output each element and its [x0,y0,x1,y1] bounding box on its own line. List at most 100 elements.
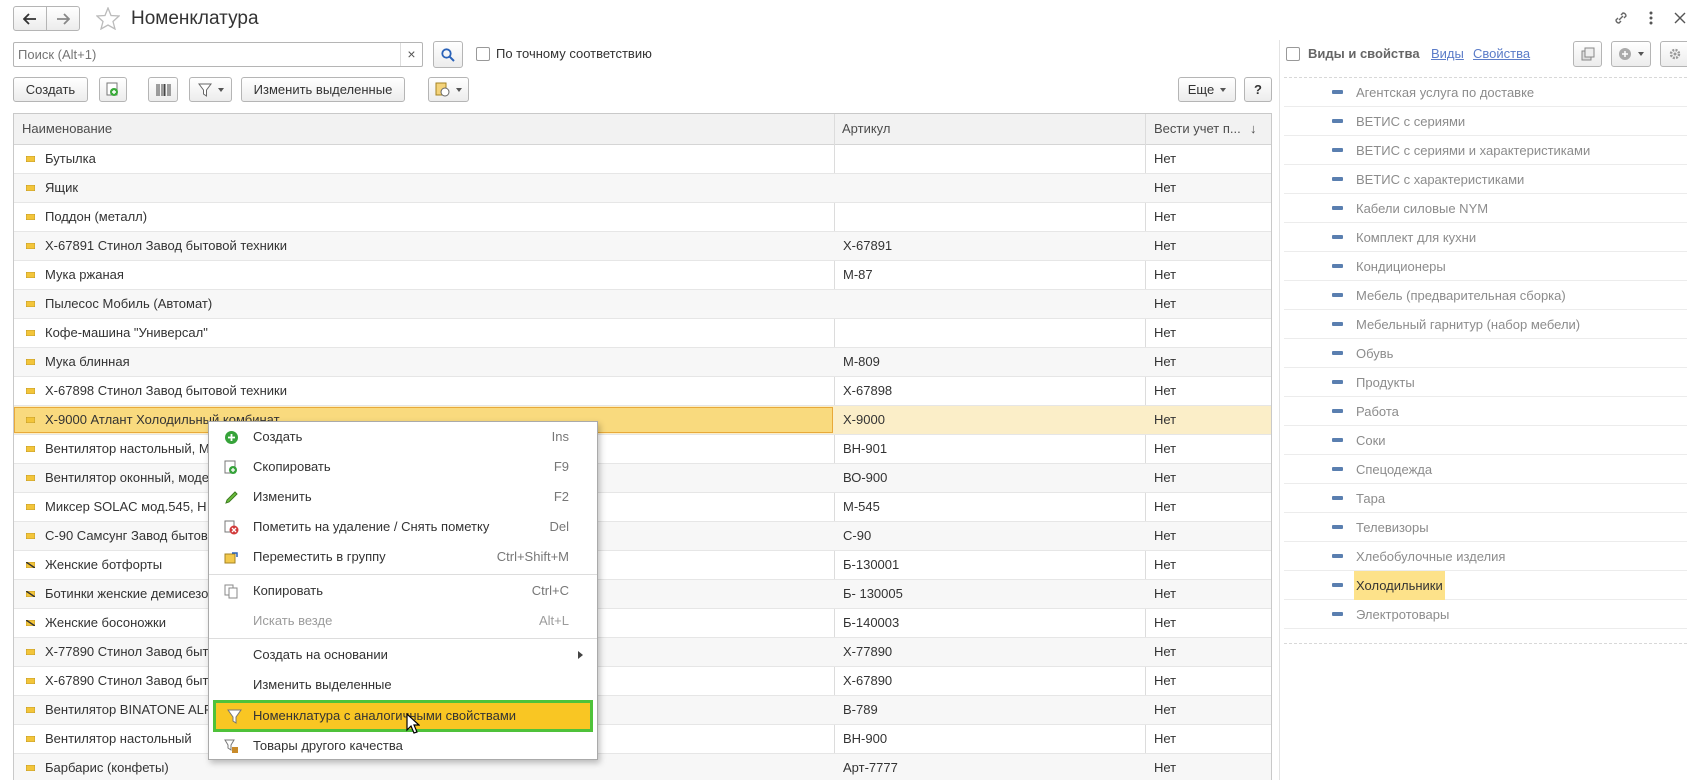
menu-item-change-selected[interactable]: Изменить выделенные [209,670,597,700]
table-row[interactable]: Мука блинная М-809 Нет [14,348,1271,377]
panel-divider [1279,40,1280,780]
cell-name: Бутылка [45,151,96,166]
table-row[interactable]: Ящик Нет [14,174,1271,203]
table-row[interactable]: С-90 Самсунг Завод бытов С-90 Нет [14,522,1271,551]
cell-article: Х-67891 [843,238,893,253]
table-header: Наименование Артикул Вести учет п... ↓ [14,114,1271,145]
kind-list-item[interactable]: Соки [1284,426,1687,455]
kind-list-item[interactable]: Обувь [1284,339,1687,368]
table-row[interactable]: Пылесос Мобиль (Автомат) Нет [14,290,1271,319]
change-selected-button[interactable]: Изменить выделенные [241,77,405,102]
column-article[interactable]: Артикул [834,114,1134,144]
item-goods-icon [26,765,35,771]
kind-list-item[interactable]: Спецодежда [1284,455,1687,484]
table-row[interactable]: Бутылка Нет [14,145,1271,174]
kind-list-item[interactable]: Комплект для кухни [1284,223,1687,252]
link-icon[interactable] [1613,10,1629,26]
kind-item-icon [1332,554,1343,558]
kind-list-item[interactable]: Телевизоры [1284,513,1687,542]
kind-list-item[interactable]: ВЕТИС с сериями и характеристиками [1284,136,1687,165]
table-row[interactable]: Вентилятор настольный, М ВН-901 Нет [14,435,1271,464]
help-button[interactable]: ? [1244,77,1272,102]
back-button[interactable] [13,6,47,31]
table-row[interactable]: Х-77890 Стинол Завод быто Х-77890 Нет [14,638,1271,667]
barcode-button[interactable] [148,77,178,102]
search-input[interactable] [18,45,393,64]
cell-article [843,174,1133,202]
table-row[interactable]: Поддон (металл) Нет [14,203,1271,232]
kind-list-item[interactable]: Электротовары [1284,600,1687,629]
item-service-icon [26,562,35,568]
search-field[interactable]: × [13,42,423,67]
menu-item-label: Изменить [253,489,312,504]
menu-item-copy-item[interactable]: Скопировать F9 [209,452,597,482]
kind-list-item[interactable]: Кондиционеры [1284,252,1687,281]
table-row[interactable]: Барбарис (конфеты) Арт-7777 Нет [14,754,1271,780]
menu-item-edit[interactable]: Изменить F2 [209,482,597,512]
table-row[interactable]: Х-9000 Атлант Холодильный комбинат Х-9000… [14,406,1271,435]
kind-list-item[interactable]: Продукты [1284,368,1687,397]
table-row[interactable]: Вентилятор BINATONE ALF В-789 Нет [14,696,1271,725]
kind-list-item[interactable]: Холодильники [1284,571,1687,600]
copy-button[interactable] [99,77,127,102]
panel-copy-button[interactable] [1573,41,1602,67]
panel-settings-button[interactable] [1660,41,1687,67]
panel-add-button[interactable] [1611,41,1651,67]
table-row[interactable]: Женские босоножки Б-140003 Нет [14,609,1271,638]
table-row[interactable]: Мука ржаная М-87 Нет [14,261,1271,290]
table-row[interactable]: Женские ботфорты Б-130001 Нет [14,551,1271,580]
column-name[interactable]: Наименование [14,114,834,144]
goods-quality-icon [224,739,238,753]
forward-button[interactable] [46,6,80,31]
report-button[interactable] [428,77,469,102]
kind-item-label: Обувь [1356,346,1394,361]
kind-item-icon [1332,380,1343,384]
nomenclature-table[interactable]: Наименование Артикул Вести учет п... ↓ Б… [13,113,1272,780]
star-favorite-icon[interactable] [96,7,120,30]
menu-item-mark-delete[interactable]: Пометить на удаление / Снять пометку Del [209,512,597,542]
kind-list-item[interactable]: Мебельный гарнитур (набор мебели) [1284,310,1687,339]
kinds-checkbox[interactable] [1286,47,1300,61]
filter-button[interactable] [189,77,232,102]
kinds-link[interactable]: Виды [1431,46,1464,61]
menu-item-clipboard-copy[interactable]: Копировать Ctrl+C [209,576,597,606]
table-row[interactable]: Х-67898 Стинол Завод бытовой техники Х-67… [14,377,1271,406]
cell-accounting: Нет [1154,296,1177,311]
more-vertical-icon[interactable] [1648,10,1654,26]
search-button[interactable] [433,41,463,68]
more-button[interactable]: Еще [1178,77,1236,102]
kind-list-item[interactable]: Агентская услуга по доставке [1284,78,1687,107]
table-row[interactable]: Вентилятор оконный, моде ВО-900 Нет [14,464,1271,493]
menu-item-create[interactable]: Создать Ins [209,422,597,452]
table-row[interactable]: Кофе-машина "Универсал" Нет [14,319,1271,348]
menu-item-label: Скопировать [253,459,331,474]
kind-list-item[interactable]: ВЕТИС с сериями [1284,107,1687,136]
properties-link[interactable]: Свойства [1473,46,1530,61]
menu-item-shortcut: F2 [553,489,569,504]
cell-article: Х-77890 [843,644,893,659]
close-icon[interactable] [1674,12,1686,24]
exact-match-checkbox[interactable] [476,47,490,61]
kind-list-item[interactable]: Мебель (предварительная сборка) [1284,281,1687,310]
cell-accounting: Нет [1154,673,1177,688]
create-button[interactable]: Создать [13,77,88,102]
table-row[interactable]: Вентилятор настольный ВН-900 Нет [14,725,1271,754]
column-accounting[interactable]: Вести учет п... [1146,114,1256,144]
add-circle-icon [1619,48,1631,60]
kind-list-item[interactable]: ВЕТИС с характеристиками [1284,165,1687,194]
kind-list-item[interactable]: Кабели силовые NYM [1284,194,1687,223]
menu-item-create-based-on[interactable]: Создать на основании [209,640,597,670]
table-row[interactable]: Ботинки женские демисезо Б- 130005 Нет [14,580,1271,609]
table-row[interactable]: Х-67891 Стинол Завод бытовой техники Х-67… [14,232,1271,261]
kind-list-item[interactable]: Хлебобулочные изделия [1284,542,1687,571]
table-row[interactable]: Х-67890 Стинол Завод быто Х-67890 Нет [14,667,1271,696]
menu-item-other-quality[interactable]: Товары другого качества [209,731,597,761]
menu-item-similar-properties[interactable]: Номенклатура с аналогичными свойствами [213,700,593,732]
kind-item-label: ВЕТИС с сериями [1356,114,1466,129]
kind-list-item[interactable]: Тара [1284,484,1687,513]
kind-list-item[interactable]: Работа [1284,397,1687,426]
table-row[interactable]: Миксер SOLAC мод.545, Н М-545 Нет [14,493,1271,522]
menu-item-shortcut: Del [549,519,569,534]
search-clear-button[interactable]: × [400,43,422,66]
menu-item-move-to-group[interactable]: Переместить в группу Ctrl+Shift+M [209,542,597,572]
